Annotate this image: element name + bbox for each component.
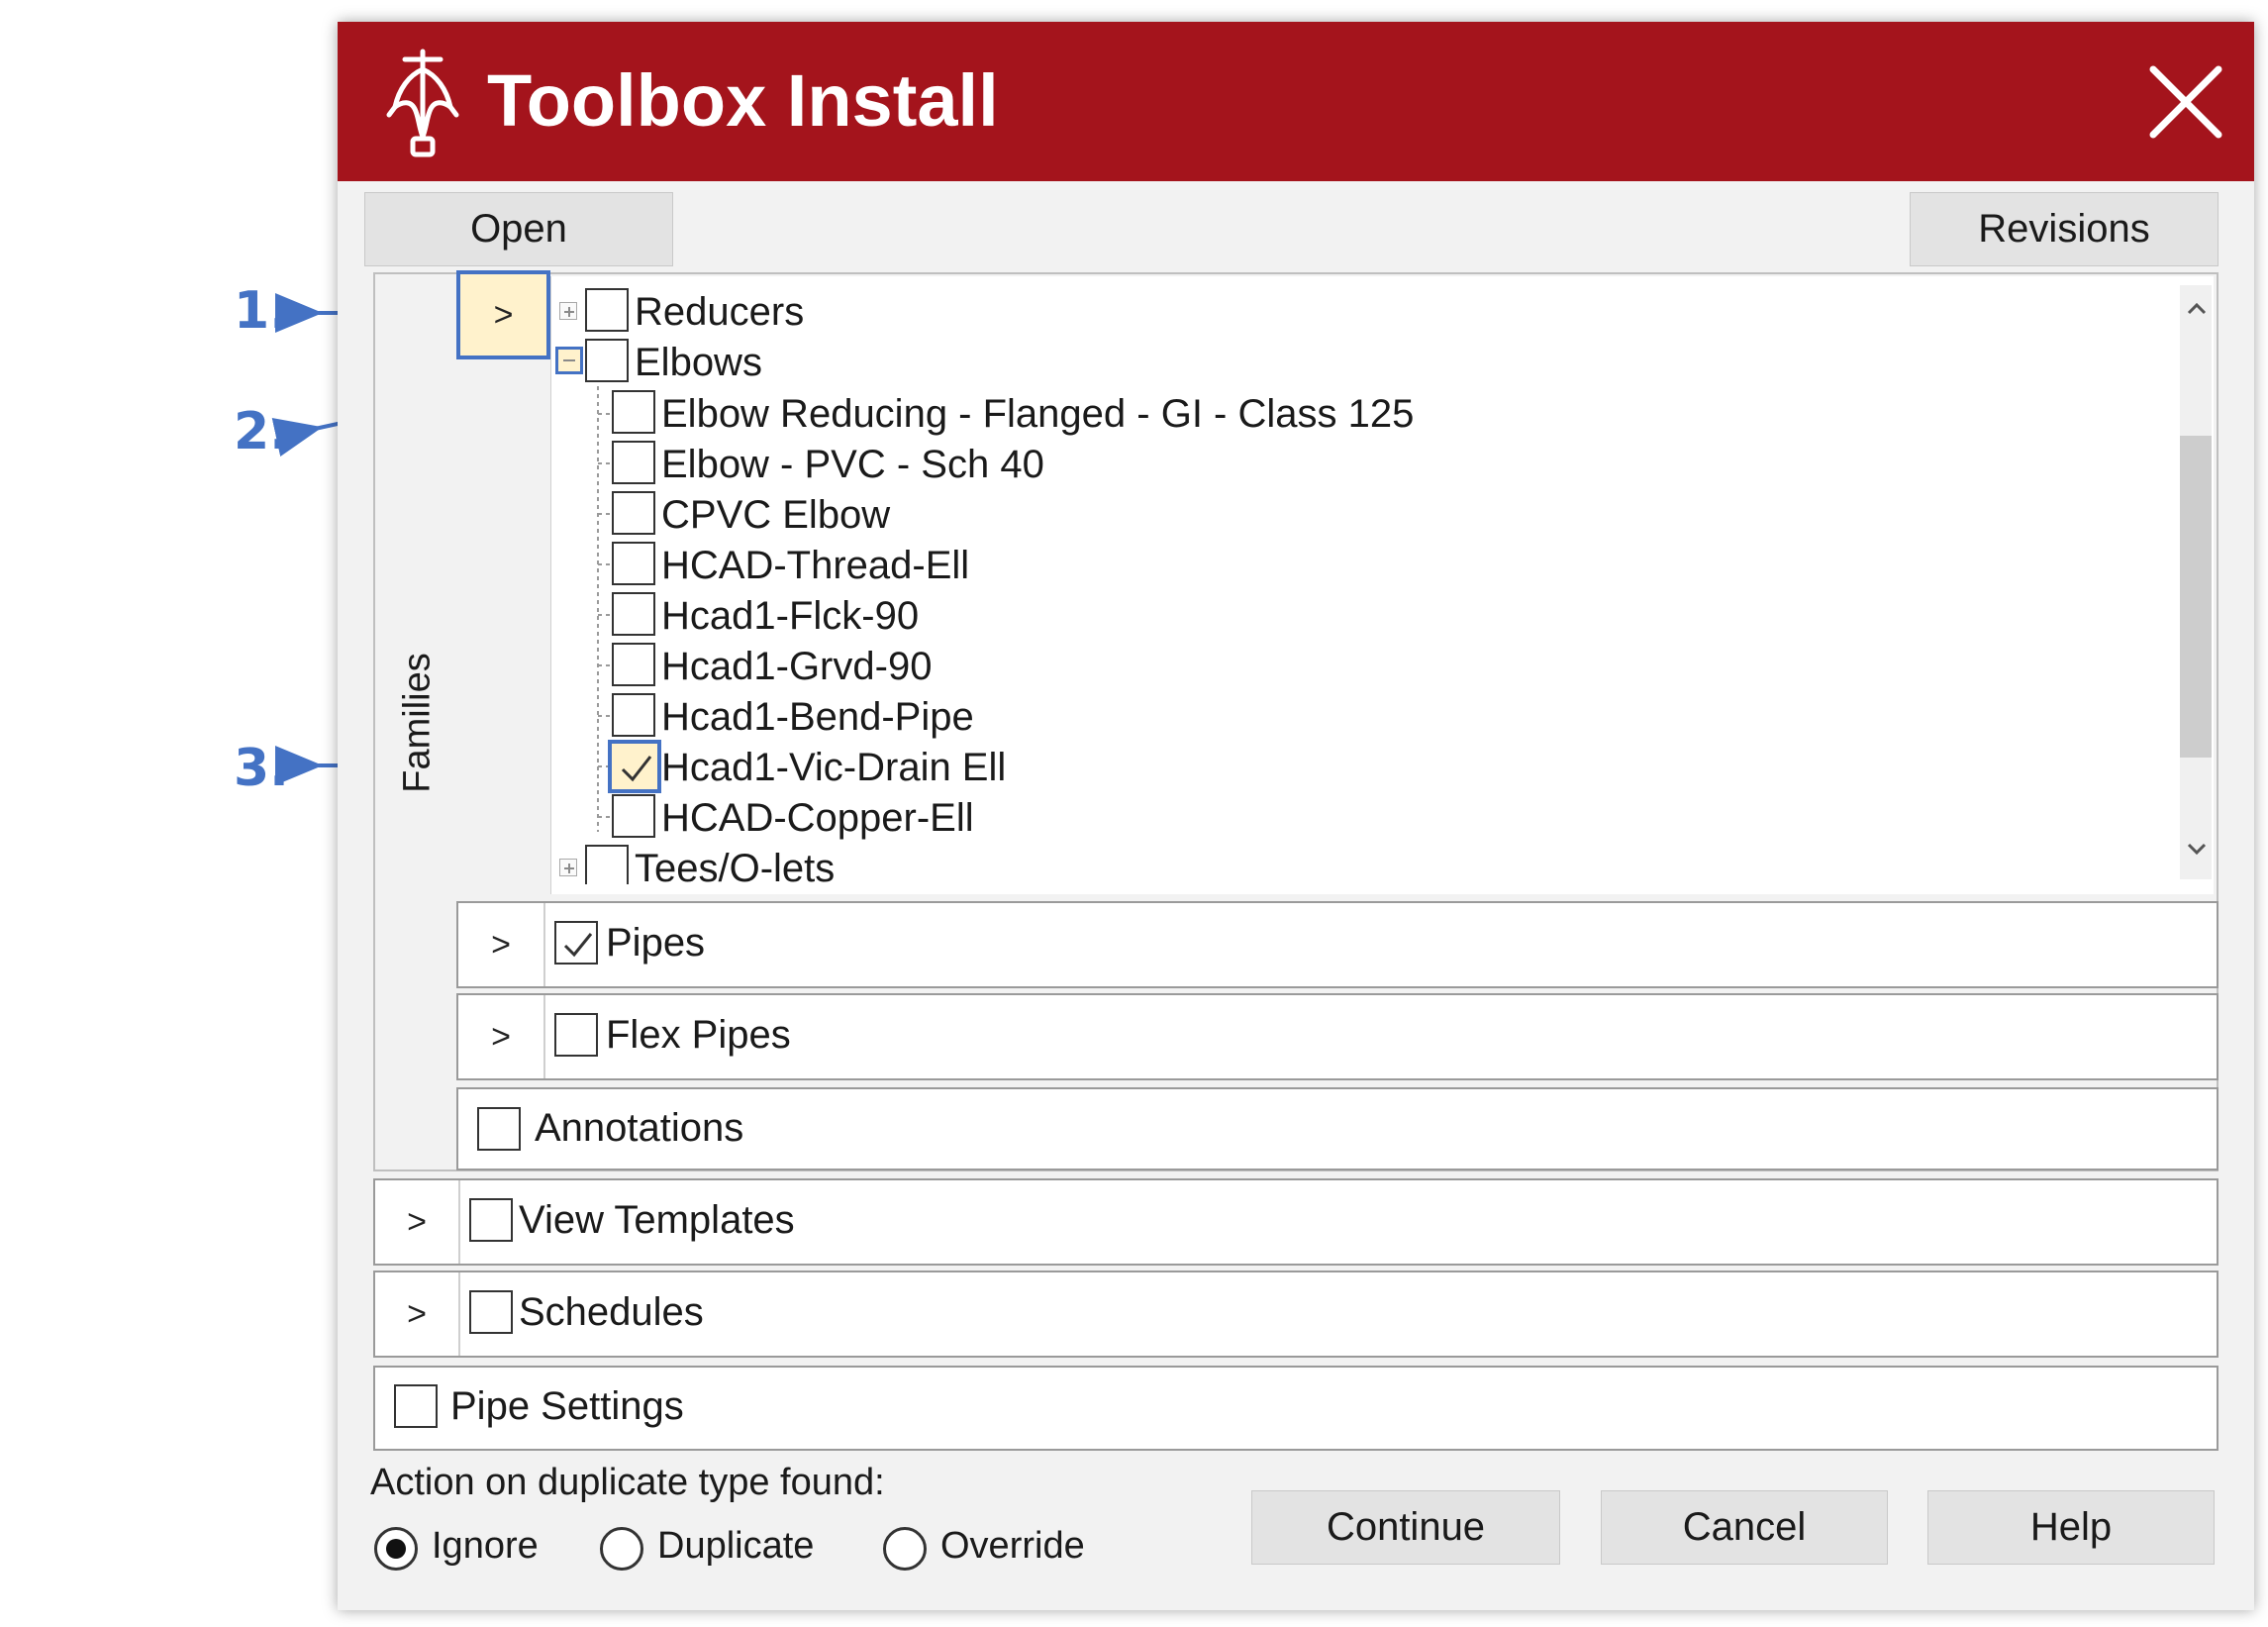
- flex-pipes-checkbox[interactable]: [554, 1013, 598, 1057]
- tree-item-hcad-thread-ell[interactable]: HCAD-Thread-Ell: [661, 541, 969, 590]
- tree-item-tees-o-lets[interactable]: Tees/O-lets: [635, 844, 835, 884]
- pipe-settings-label[interactable]: Pipe Settings: [450, 1381, 684, 1431]
- vic-drain-ell-checkbox[interactable]: [608, 740, 661, 793]
- scroll-down-icon[interactable]: [2185, 837, 2209, 861]
- pipe-settings-checkbox[interactable]: [394, 1384, 438, 1428]
- scroll-up-icon[interactable]: [2185, 297, 2209, 321]
- view-templates-checkbox[interactable]: [469, 1198, 513, 1242]
- tree-item-reducers[interactable]: Reducers: [635, 287, 804, 337]
- elbow-item-checkbox[interactable]: [612, 643, 655, 686]
- tree-item-hcad-copper-ell[interactable]: HCAD-Copper-Ell: [661, 793, 974, 843]
- elbow-item-checkbox[interactable]: [612, 491, 655, 535]
- elbow-item-checkbox[interactable]: [612, 441, 655, 484]
- tree-item-hcad1-grvd-90[interactable]: Hcad1-Grvd-90: [661, 642, 932, 691]
- ignore-radio[interactable]: [374, 1527, 418, 1571]
- tree-item-elbow-pvc[interactable]: Elbow - PVC - Sch 40: [661, 440, 1044, 489]
- duplicate-radio[interactable]: [600, 1527, 643, 1571]
- tree-item-elbows[interactable]: Elbows: [635, 338, 762, 387]
- elbow-item-checkbox[interactable]: [612, 794, 655, 838]
- schedules-label[interactable]: Schedules: [519, 1287, 704, 1337]
- override-label[interactable]: Override: [940, 1525, 1085, 1568]
- view-templates-expand-toggle[interactable]: >: [375, 1180, 460, 1264]
- reducers-checkbox[interactable]: [585, 288, 629, 332]
- help-button[interactable]: Help: [1927, 1490, 2215, 1565]
- tree-item-hcad1-vic-drain-ell[interactable]: Hcad1-Vic-Drain Ell: [661, 743, 1006, 792]
- radio-selected-dot: [386, 1539, 406, 1559]
- continue-button[interactable]: Continue: [1251, 1490, 1560, 1565]
- annotations-label[interactable]: Annotations: [535, 1103, 743, 1153]
- elbow-item-checkbox[interactable]: [612, 693, 655, 737]
- tees-expand-icon[interactable]: [559, 859, 577, 876]
- tree-scrollbar-thumb[interactable]: [2180, 436, 2212, 758]
- elbow-item-checkbox[interactable]: [612, 542, 655, 585]
- reducers-expand-icon[interactable]: [559, 302, 577, 320]
- duplicate-label[interactable]: Duplicate: [657, 1525, 814, 1568]
- pipes-row: [456, 901, 2219, 988]
- cancel-button[interactable]: Cancel: [1601, 1490, 1888, 1565]
- tree-item-hcad1-bend-pipe[interactable]: Hcad1-Bend-Pipe: [661, 692, 974, 742]
- elbow-item-checkbox[interactable]: [612, 592, 655, 636]
- elbow-item-checkbox[interactable]: [612, 390, 655, 434]
- flex-pipes-expand-toggle[interactable]: >: [458, 995, 545, 1078]
- tree-item-hcad1-flck-90[interactable]: Hcad1-Flck-90: [661, 591, 919, 641]
- tree-item-elbow-reducing[interactable]: Elbow Reducing - Flanged - GI - Class 12…: [661, 389, 1414, 439]
- schedules-expand-toggle[interactable]: >: [375, 1272, 460, 1356]
- pipes-checkbox[interactable]: [554, 921, 598, 965]
- schedules-checkbox[interactable]: [469, 1290, 513, 1334]
- duplicate-action-label: Action on duplicate type found:: [370, 1462, 885, 1503]
- tees-checkbox[interactable]: [585, 845, 629, 884]
- tree-item-tees-clip: Tees/O-lets: [550, 837, 2174, 884]
- elbows-collapse-icon[interactable]: [555, 347, 583, 374]
- annotations-checkbox[interactable]: [477, 1107, 521, 1151]
- pipes-expand-toggle[interactable]: >: [458, 903, 545, 986]
- tree-item-cpvc-elbow[interactable]: CPVC Elbow: [661, 490, 890, 540]
- pipes-label[interactable]: Pipes: [606, 918, 705, 967]
- ignore-label[interactable]: Ignore: [432, 1525, 539, 1568]
- flex-pipes-label[interactable]: Flex Pipes: [606, 1010, 791, 1060]
- view-templates-label[interactable]: View Templates: [519, 1195, 795, 1245]
- elbows-checkbox[interactable]: [585, 339, 629, 382]
- override-radio[interactable]: [883, 1527, 927, 1571]
